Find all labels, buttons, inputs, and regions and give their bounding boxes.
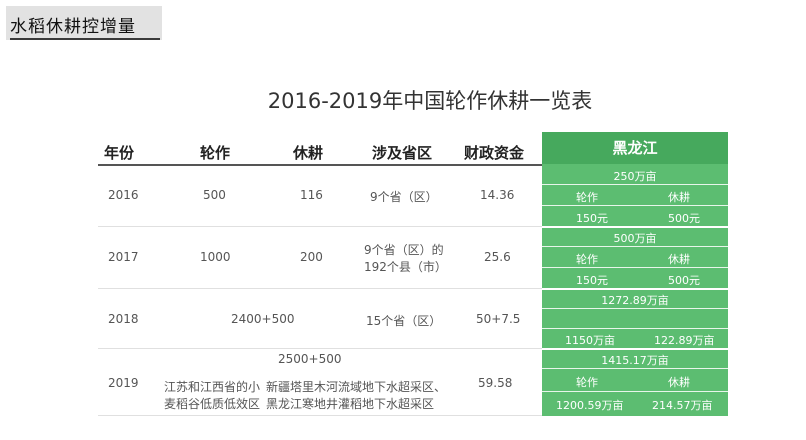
cell-funds: 59.58	[478, 376, 513, 390]
header-year: 年份	[104, 144, 135, 162]
cell-fallow: 116	[300, 188, 323, 202]
hlj-rotation-value: 150元	[576, 212, 608, 225]
hlj-rotation-label: 轮作	[576, 253, 598, 266]
green-subdivider	[542, 368, 728, 369]
hlj-area: 1272.89万亩	[601, 294, 669, 307]
cell-funds: 50+7.5	[476, 312, 521, 326]
header-provinces: 涉及省区	[372, 144, 433, 162]
section-title: 水稻休耕控增量	[10, 17, 136, 37]
header-divider	[98, 164, 542, 166]
hlj-fallow-label: 休耕	[668, 253, 690, 266]
header-rotation: 轮作	[200, 144, 231, 162]
hlj-rotation-label: 轮作	[576, 191, 598, 204]
cell-rotation: 500	[203, 188, 226, 202]
hlj-rotation-value: 1150万亩	[565, 334, 615, 347]
row-divider	[98, 288, 542, 289]
cell-provinces: 15个省（区）	[366, 314, 442, 328]
cell-rotation: 1000	[200, 250, 231, 264]
hlj-fallow-value: 500元	[668, 212, 700, 225]
green-divider	[542, 226, 728, 228]
row-divider	[98, 226, 542, 227]
hlj-rotation-value: 1200.59万亩	[556, 399, 624, 412]
cell-fallow-line2: 黑龙江寒地井灌稻地下水超采区	[266, 397, 435, 411]
green-subdivider	[542, 267, 728, 268]
header-funds: 财政资金	[464, 144, 525, 162]
cell-fallow-line1: 新疆塔里木河流域地下水超采区、	[266, 380, 447, 394]
green-divider	[542, 348, 728, 350]
hlj-rotation-value: 150元	[576, 274, 608, 287]
table-bottom-line	[98, 415, 542, 416]
hlj-area: 500万亩	[613, 232, 657, 245]
hlj-fallow-label: 休耕	[668, 376, 690, 389]
green-subdivider	[542, 328, 728, 329]
green-subdivider	[542, 308, 728, 309]
header-heilongjiang: 黑龙江	[542, 132, 728, 164]
hlj-fallow-value: 214.57万亩	[652, 399, 713, 412]
cell-year: 2018	[108, 312, 139, 326]
cell-funds: 25.6	[484, 250, 511, 264]
cell-fallow: 200	[300, 250, 323, 264]
green-divider	[542, 288, 728, 290]
green-subdivider	[542, 184, 728, 185]
section-title-underline	[10, 38, 160, 40]
cell-year: 2016	[108, 188, 139, 202]
green-subdivider	[542, 246, 728, 247]
cell-combined: 2400+500	[231, 312, 295, 326]
cell-provinces: 9个省（区）	[370, 190, 438, 204]
cell-provinces-line1: 9个省（区）的	[364, 243, 444, 257]
row-divider	[98, 348, 542, 349]
header-fallow: 休耕	[293, 144, 324, 162]
cell-rotation-line1: 江苏和江西省的小	[164, 380, 261, 394]
cell-rotation-line2: 麦稻谷低质低效区	[164, 397, 261, 411]
hlj-area: 250万亩	[613, 170, 657, 183]
green-subdivider	[542, 205, 728, 206]
green-subdivider	[542, 391, 728, 392]
cell-year: 2019	[108, 376, 139, 390]
cell-combined: 2500+500	[278, 352, 342, 366]
hlj-fallow-value: 122.89万亩	[654, 334, 715, 347]
hlj-area: 1415.17万亩	[601, 354, 669, 367]
hlj-rotation-label: 轮作	[576, 376, 598, 389]
hlj-fallow-value: 500元	[668, 274, 700, 287]
cell-provinces-line2: 192个县（市）	[364, 260, 447, 274]
table-title: 2016-2019年中国轮作休耕一览表	[267, 89, 593, 113]
cell-year: 2017	[108, 250, 139, 264]
hlj-fallow-label: 休耕	[668, 191, 690, 204]
cell-funds: 14.36	[480, 188, 515, 202]
